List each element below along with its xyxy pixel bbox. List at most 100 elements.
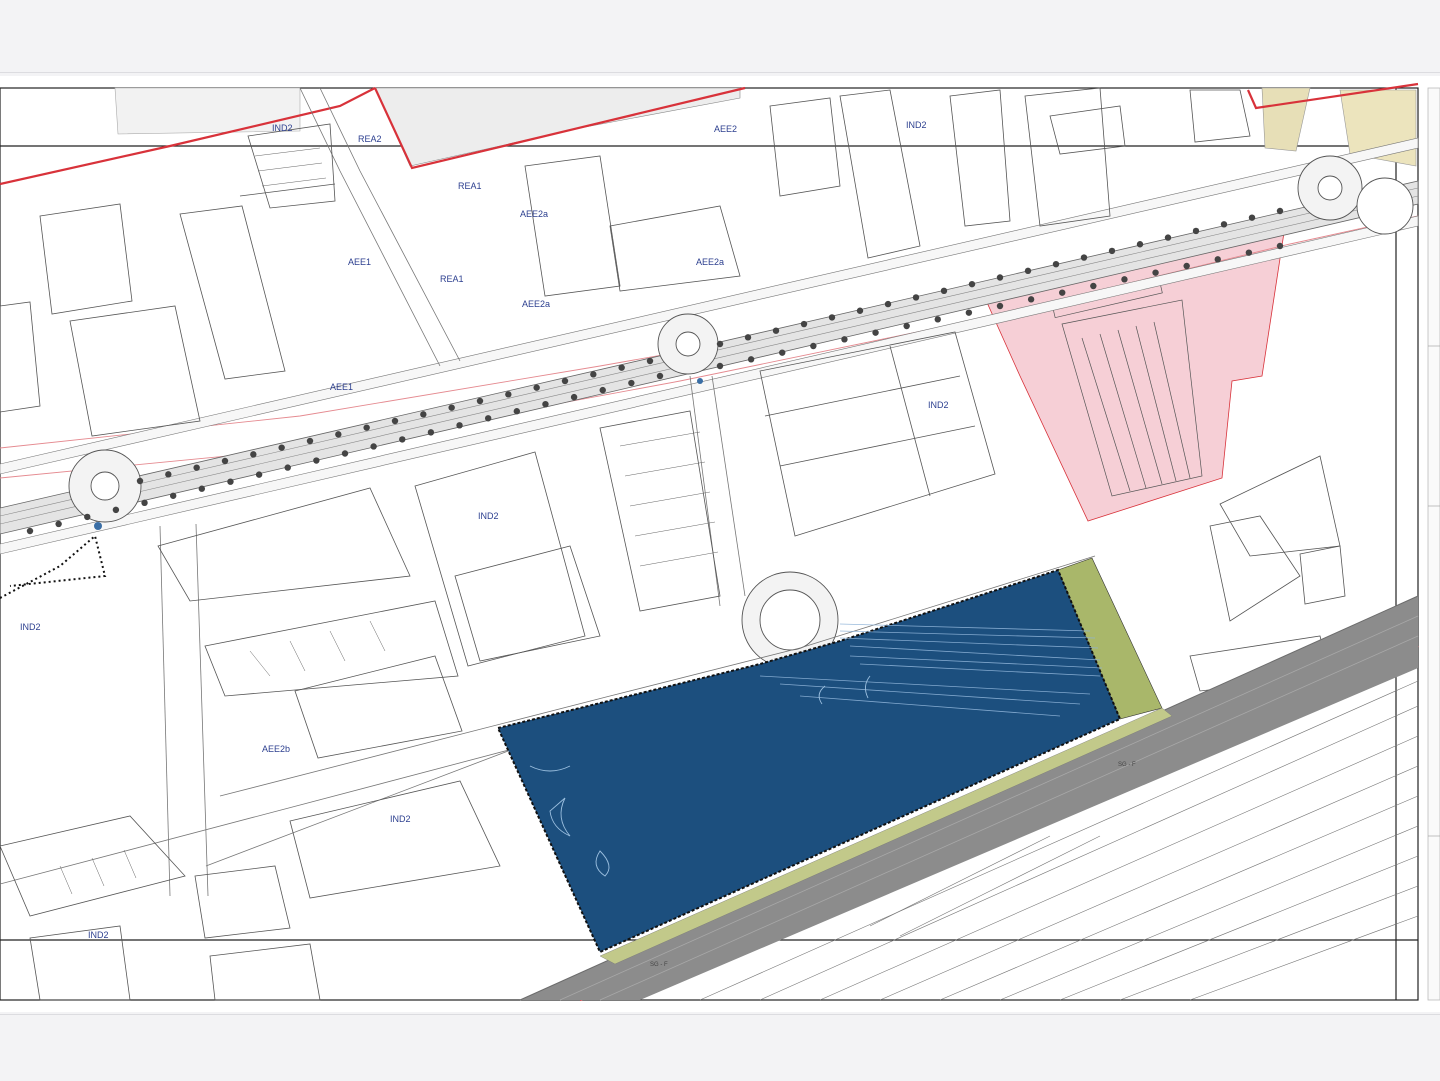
zone-label-aee1: AEE1 [348, 257, 371, 267]
tree-symbol [370, 443, 377, 450]
tree-symbol [542, 400, 549, 408]
zone-label-rea2: REA2 [358, 134, 382, 144]
tree-symbol [1220, 221, 1228, 228]
tree-symbol [1183, 262, 1190, 270]
tree-symbol [618, 364, 625, 371]
tree-symbol [169, 492, 177, 499]
zone-label-aee2a: AEE2a [522, 299, 550, 309]
tree-symbol [112, 506, 120, 514]
tree-symbol [744, 334, 752, 341]
tree-symbol [884, 300, 892, 308]
tree-symbol [599, 386, 606, 394]
tree-symbol [1024, 267, 1032, 275]
tree-symbol [1090, 282, 1097, 290]
zone-label-ind2: IND2 [928, 400, 949, 410]
tree-symbol [996, 274, 1004, 281]
tree-symbol [141, 499, 148, 507]
tree-symbol [1027, 296, 1035, 303]
tree-symbol [427, 429, 435, 436]
zone-label-sg-f: SG - F [1118, 762, 1136, 768]
tree-symbol [84, 513, 91, 521]
zone-label-rea1: REA1 [458, 181, 482, 191]
tree-symbol [716, 340, 724, 348]
tree-symbol [1059, 289, 1066, 296]
tree-symbol [456, 422, 463, 429]
tree-symbol [934, 316, 941, 323]
zone-label-aee2a: AEE2a [696, 257, 724, 267]
tree-symbol [165, 471, 172, 478]
tree-symbol [1276, 207, 1284, 215]
zone-label-ind2: IND2 [478, 511, 499, 521]
tree-symbol [505, 391, 512, 398]
tree-symbol [448, 404, 455, 411]
tree-symbol [513, 408, 521, 415]
tree-symbol [227, 478, 234, 485]
tree-symbol [1152, 269, 1159, 276]
tree-symbol [570, 393, 578, 401]
tree-symbol [335, 431, 342, 438]
zone-label-ind2: IND2 [390, 814, 411, 824]
tree-symbol [628, 379, 635, 387]
tree-symbol [903, 322, 910, 330]
tree-symbol [1080, 254, 1088, 261]
tree-symbol [965, 309, 973, 316]
zone-label-ind2: IND2 [906, 120, 927, 130]
tree-symbol [800, 320, 808, 328]
tree-symbol [484, 415, 492, 422]
tree-symbol [313, 457, 320, 464]
tree-symbol [841, 336, 848, 343]
tree-symbol [306, 437, 314, 445]
zone-label-aee1: AEE1 [330, 382, 353, 392]
tree-symbol [399, 436, 406, 443]
tree-symbol [1192, 227, 1200, 235]
tree-symbol [1052, 261, 1060, 268]
top-right-green-corner [1261, 87, 1311, 152]
tree-symbol [533, 384, 540, 391]
tree-symbol [646, 357, 654, 365]
tree-symbol [250, 451, 257, 458]
tree-symbol [193, 464, 200, 471]
tree-symbol [656, 372, 664, 380]
tree-symbol [255, 471, 263, 478]
tree-symbol [810, 342, 817, 350]
tree-symbol [1214, 256, 1221, 263]
zone-label-sg-f: SG - F [650, 962, 668, 968]
site-plan-sheet: IND2 REA2 REA1 REA1 AEE1 AEE1 AEE2a AEE2… [0, 76, 1440, 1012]
tree-symbol [1108, 247, 1116, 255]
tree-symbol [221, 457, 229, 465]
tree-symbol [136, 477, 144, 485]
tree-symbol [996, 302, 1004, 310]
tree-symbol [55, 520, 62, 528]
tree-symbol [26, 527, 34, 535]
viewer-bottom-bar [0, 1014, 1440, 1081]
tree-symbol [278, 444, 285, 451]
zone-label-aee2: AEE2 [714, 124, 737, 134]
tree-symbol [716, 362, 724, 370]
tree-symbol [391, 417, 399, 425]
tree-symbol [1276, 242, 1284, 250]
tree-symbol [1136, 241, 1144, 248]
tree-symbol [363, 424, 370, 431]
tree-symbol [747, 356, 755, 363]
site-plan-drawing: IND2 REA2 REA1 REA1 AEE1 AEE1 AEE2a AEE2… [0, 82, 1440, 1002]
tree-symbol [420, 411, 427, 418]
tree-symbol [912, 294, 920, 301]
tree-symbol [1248, 214, 1256, 221]
zone-label-aee2a: AEE2a [520, 209, 548, 219]
tree-symbol [561, 377, 569, 385]
tree-symbol [590, 371, 597, 378]
zone-label-rea1: REA1 [440, 274, 464, 284]
tree-symbol [198, 485, 206, 492]
zone-label-ind2: IND2 [20, 622, 41, 632]
tree-symbol [476, 397, 484, 405]
zone-label-ind2: IND2 [272, 123, 293, 133]
zone-label-aee2b: AEE2b [262, 744, 290, 754]
tree-symbol [1245, 249, 1253, 256]
tree-symbol [1164, 234, 1172, 241]
zone-label-ind2: IND2 [88, 930, 109, 940]
existing-urban-block [374, 87, 741, 167]
tree-symbol [341, 450, 349, 457]
tree-symbol [828, 314, 836, 321]
tree-symbol [284, 464, 291, 471]
tree-symbol [872, 329, 879, 336]
